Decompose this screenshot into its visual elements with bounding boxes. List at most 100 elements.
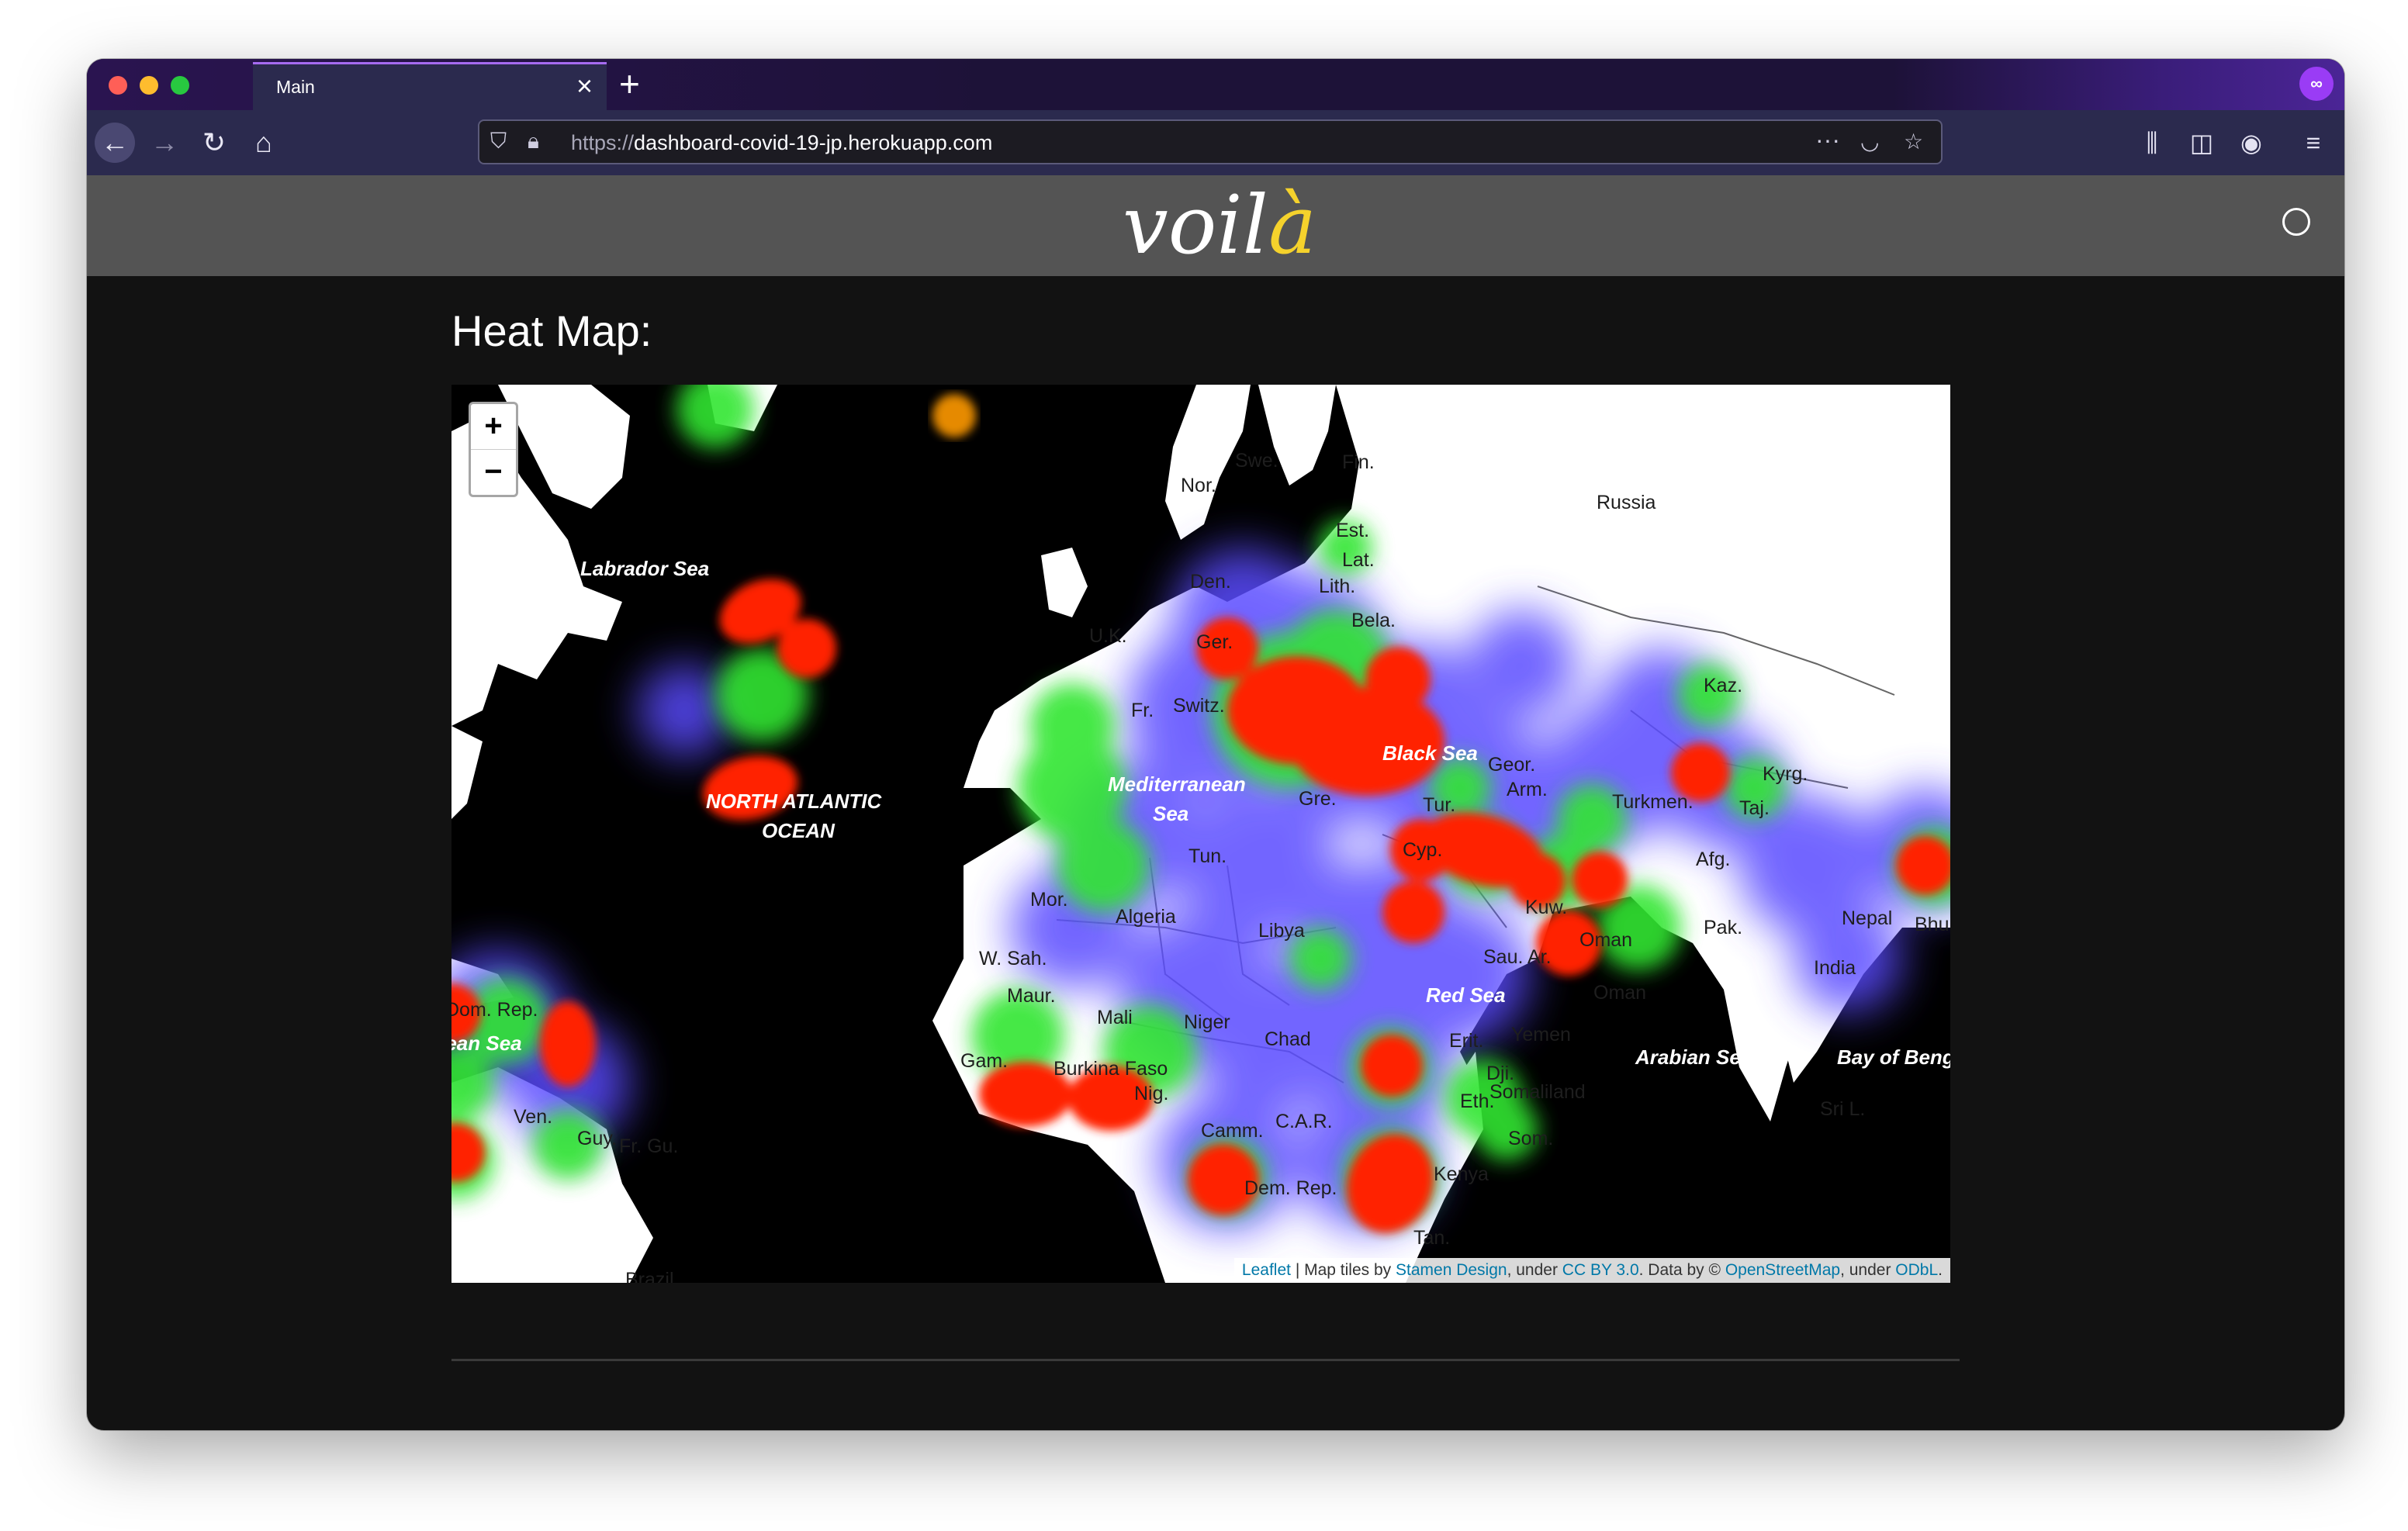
close-window-button[interactable] bbox=[109, 76, 127, 95]
map-label: Bela. bbox=[1351, 610, 1396, 631]
map-attribution: Leaflet | Map tiles by Stamen Design, un… bbox=[1233, 1258, 1950, 1283]
odbl-link[interactable]: ODbL bbox=[1895, 1261, 1938, 1279]
logo-accent: à bbox=[1268, 178, 1316, 272]
map-label: Gre. bbox=[1299, 788, 1337, 810]
url-text[interactable]: https://dashboard-covid-19-jp.herokuapp.… bbox=[571, 131, 992, 155]
map-label: Yemen bbox=[1511, 1024, 1571, 1045]
heat-map[interactable]: Labrador Sea Russia NORTH ATLANTIC OCEAN… bbox=[452, 385, 1950, 1283]
map-label: Mediterranean bbox=[1108, 772, 1246, 796]
map-label: Ven. bbox=[514, 1106, 553, 1128]
horizontal-rule bbox=[452, 1359, 1960, 1361]
tab-main[interactable]: Main × bbox=[253, 62, 607, 110]
map-label: Kuw. bbox=[1525, 897, 1568, 918]
map-label: Afg. bbox=[1696, 848, 1731, 870]
bookmark-star-icon[interactable]: ☆ bbox=[1904, 129, 1923, 154]
map-label: Oman bbox=[1593, 982, 1647, 1004]
map-label: Camm. bbox=[1201, 1120, 1264, 1142]
map-label: Nepal bbox=[1842, 907, 1893, 929]
voila-header: voilà bbox=[87, 175, 2344, 276]
close-tab-icon[interactable]: × bbox=[576, 71, 593, 102]
map-label: Fin. bbox=[1342, 451, 1375, 473]
reload-button[interactable]: ↻ bbox=[194, 123, 234, 163]
maximize-window-button[interactable] bbox=[171, 76, 189, 95]
map-label: Tan. bbox=[1413, 1227, 1451, 1249]
cc-by-link[interactable]: CC BY 3.0 bbox=[1562, 1261, 1639, 1279]
more-actions-icon[interactable]: ··· bbox=[1815, 126, 1840, 154]
map-label: Fr. Gu. bbox=[619, 1135, 679, 1157]
map-label: Sea bbox=[1153, 802, 1189, 825]
map-label: Taj. bbox=[1739, 797, 1770, 819]
shield-icon[interactable]: ⛉ bbox=[490, 129, 507, 154]
url-protocol: https:// bbox=[571, 131, 635, 154]
sidebar-icon[interactable]: ◫ bbox=[2185, 123, 2219, 163]
map-label: Russia bbox=[1597, 492, 1656, 513]
map-label: Chad bbox=[1265, 1028, 1311, 1050]
minimize-window-button[interactable] bbox=[140, 76, 158, 95]
map-label: Burkina Faso bbox=[1054, 1058, 1168, 1080]
map-label: Geor. bbox=[1488, 754, 1536, 776]
map-label: Swe. bbox=[1235, 450, 1278, 472]
map-label: Dom. Rep. bbox=[452, 999, 538, 1021]
zoom-out-button[interactable]: − bbox=[471, 449, 516, 495]
map-label: Fr. bbox=[1131, 700, 1154, 721]
attribution-text: . Data by © bbox=[1638, 1261, 1725, 1279]
new-tab-button[interactable]: + bbox=[619, 62, 640, 105]
map-label: Somaliland bbox=[1489, 1081, 1586, 1103]
home-button[interactable]: ⌂ bbox=[244, 123, 284, 163]
openstreetmap-link[interactable]: OpenStreetMap bbox=[1725, 1261, 1840, 1279]
zoom-control: + − bbox=[469, 402, 518, 497]
browser-window: Main × + ∞ ← → ↻ ⌂ ⛉ 🔒︎ https://dashboar… bbox=[87, 59, 2344, 1430]
pocket-icon[interactable]: ◡ bbox=[1860, 129, 1879, 154]
map-label: Den. bbox=[1190, 571, 1231, 593]
zoom-in-button[interactable]: + bbox=[471, 404, 516, 449]
map-label: OCEAN bbox=[762, 819, 835, 842]
private-browsing-mask-icon: ∞ bbox=[2299, 67, 2334, 101]
map-label: Turkmen. bbox=[1612, 791, 1694, 813]
attribution-text: | Map tiles by bbox=[1290, 1261, 1396, 1279]
map-label: Kenya bbox=[1434, 1163, 1489, 1185]
map-label: Niger bbox=[1184, 1011, 1230, 1033]
map-label: Lith. bbox=[1319, 575, 1356, 597]
map-label: Labrador Sea bbox=[580, 557, 710, 580]
map-label: Kaz. bbox=[1704, 675, 1743, 696]
map-label: Eth. bbox=[1460, 1090, 1495, 1112]
map-label: Bay of Bengal bbox=[1837, 1045, 1950, 1069]
map-label: Arabian Sea bbox=[1635, 1045, 1752, 1069]
map-label: Arm. bbox=[1507, 779, 1548, 800]
back-button[interactable]: ← bbox=[95, 123, 135, 163]
address-bar[interactable]: ⛉ 🔒︎ https://dashboard-covid-19-jp.herok… bbox=[478, 119, 1943, 164]
map-label: Switz. bbox=[1173, 695, 1225, 717]
lock-icon[interactable]: 🔒︎ bbox=[528, 129, 539, 154]
forward-button[interactable]: → bbox=[144, 123, 185, 163]
map-label: Algeria bbox=[1116, 906, 1176, 928]
menu-icon[interactable]: ≡ bbox=[2296, 123, 2330, 163]
kernel-status-icon bbox=[2282, 208, 2310, 236]
stamen-link[interactable]: Stamen Design bbox=[1396, 1261, 1507, 1279]
map-label: Dem. Rep. bbox=[1244, 1177, 1337, 1199]
tab-title: Main bbox=[276, 77, 315, 97]
library-icon[interactable]: ⫼ bbox=[2135, 123, 2169, 163]
map-label: Pak. bbox=[1704, 917, 1743, 938]
map-label: Mali bbox=[1097, 1007, 1133, 1028]
map-label: Kyrg. bbox=[1763, 763, 1808, 785]
map-label: Erit. bbox=[1449, 1030, 1484, 1052]
map-label: Sri L. bbox=[1820, 1098, 1866, 1120]
map-label: Bhu. bbox=[1915, 914, 1950, 935]
map-label: Guy. bbox=[577, 1128, 617, 1149]
map-label: Nig. bbox=[1134, 1083, 1169, 1104]
account-icon[interactable]: ◉ bbox=[2234, 123, 2268, 163]
map-label: Nor. bbox=[1181, 475, 1216, 496]
map-label: Gam. bbox=[960, 1050, 1009, 1072]
map-label: Ger. bbox=[1196, 631, 1233, 653]
map-label: Oman bbox=[1579, 929, 1633, 951]
map-label: Tun. bbox=[1188, 845, 1227, 867]
map-label: Caribbean Sea bbox=[452, 1032, 522, 1055]
map-label: Cyp. bbox=[1403, 839, 1443, 861]
map-label: C.A.R. bbox=[1275, 1111, 1333, 1132]
leaflet-link[interactable]: Leaflet bbox=[1242, 1261, 1291, 1279]
attribution-text: . bbox=[1938, 1261, 1943, 1279]
map-label: NORTH ATLANTIC bbox=[706, 790, 882, 813]
map-label: Tur. bbox=[1423, 794, 1456, 816]
map-label: India bbox=[1814, 957, 1856, 979]
map-label: Maur. bbox=[1007, 985, 1056, 1007]
